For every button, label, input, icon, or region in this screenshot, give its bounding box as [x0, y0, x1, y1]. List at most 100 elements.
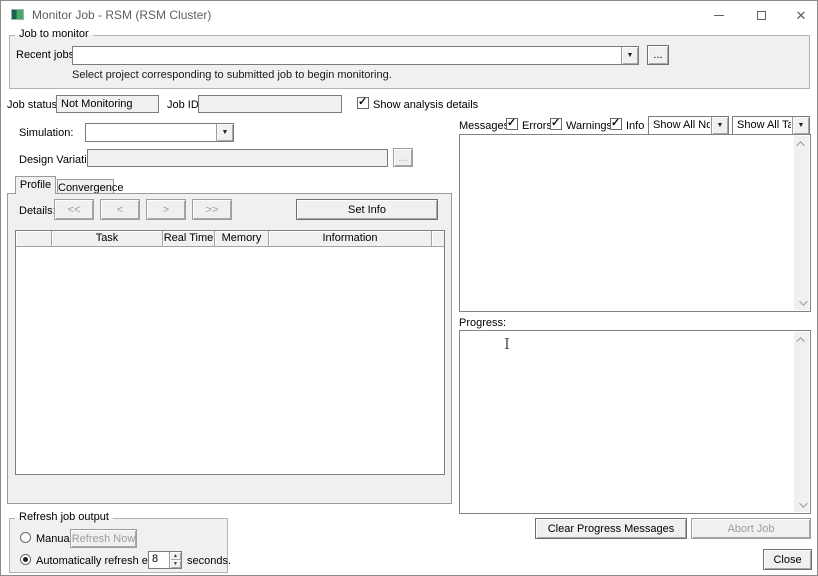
recent-jobs-combobox[interactable]: ▼: [72, 46, 639, 65]
column-header-blank[interactable]: [16, 231, 52, 247]
automatically-radio[interactable]: [20, 554, 31, 565]
scroll-down-icon: [799, 499, 807, 507]
show-analysis-details-label: Show analysis details: [373, 99, 478, 111]
info-checkbox[interactable]: ✓: [610, 118, 622, 130]
spin-down-button[interactable]: ▼: [170, 560, 181, 568]
check-icon: ✓: [611, 116, 620, 129]
close-button[interactable]: Close: [763, 549, 812, 570]
column-header-spacer[interactable]: [432, 231, 444, 247]
minimize-button[interactable]: [699, 1, 739, 29]
title-bar: Monitor Job - RSM (RSM Cluster) ✕: [1, 1, 817, 29]
progress-textarea[interactable]: I: [459, 330, 811, 514]
refresh-now-label: Refresh Now: [72, 533, 136, 545]
abort-job-label: Abort Job: [727, 523, 774, 535]
close-label: Close: [773, 554, 801, 566]
details-previous-button[interactable]: <: [100, 199, 140, 220]
errors-checkbox[interactable]: ✓: [506, 118, 518, 130]
clear-progress-messages-button[interactable]: Clear Progress Messages: [535, 518, 687, 539]
job-to-monitor-group: Job to monitor Recent jobs: ▼ ... Select…: [9, 35, 810, 89]
task-table-body[interactable]: [16, 247, 444, 475]
messages-label: Messages:: [459, 120, 512, 132]
chevron-down-icon: ▼: [717, 122, 724, 129]
simulation-combobox[interactable]: ▼: [85, 123, 234, 142]
scroll-up-button[interactable]: [794, 136, 809, 151]
check-icon: ✓: [507, 116, 516, 129]
messages-scrollbar[interactable]: [794, 136, 809, 310]
tab-convergence[interactable]: Convergence: [57, 179, 114, 193]
spin-up-icon: ▲: [173, 553, 178, 559]
scroll-down-button[interactable]: [794, 295, 809, 310]
column-header-information[interactable]: Information: [269, 231, 432, 247]
scroll-up-icon: [796, 141, 804, 149]
chevron-down-icon: ▼: [798, 122, 805, 129]
job-id-field: [198, 95, 342, 113]
chevron-down-icon: ▼: [627, 52, 634, 59]
info-label: Info: [626, 120, 644, 132]
show-all-nodes-dropdown[interactable]: Show All Nodes ▼: [648, 116, 729, 135]
scroll-down-icon: [799, 297, 807, 305]
scroll-up-icon: [796, 337, 804, 345]
refresh-now-button[interactable]: Refresh Now: [70, 529, 137, 548]
job-to-monitor-legend: Job to monitor: [15, 28, 93, 40]
tasks-dropdown-button[interactable]: ▼: [792, 117, 809, 134]
close-window-button[interactable]: ✕: [781, 1, 818, 29]
job-status-label: Job status:: [7, 99, 60, 111]
column-header-real-time[interactable]: Real Time: [163, 231, 215, 247]
errors-label: Errors: [522, 120, 552, 132]
tab-profile[interactable]: Profile: [15, 176, 56, 194]
set-info-button[interactable]: Set Info: [296, 199, 438, 220]
warnings-checkbox[interactable]: ✓: [550, 118, 562, 130]
details-last-button[interactable]: >>: [192, 199, 232, 220]
details-first-button[interactable]: <<: [54, 199, 94, 220]
details-label: Details:: [19, 205, 56, 217]
close-icon: ✕: [796, 9, 807, 22]
job-status-value: Not Monitoring: [61, 98, 133, 110]
scroll-up-button[interactable]: [794, 332, 809, 347]
simulation-label: Simulation:: [19, 127, 73, 139]
task-table-header: Task Real Time Memory Information: [16, 231, 444, 247]
refresh-legend: Refresh job output: [15, 511, 113, 523]
radio-dot-icon: [23, 557, 28, 562]
nodes-dropdown-button[interactable]: ▼: [711, 117, 728, 134]
recent-jobs-label: Recent jobs:: [16, 49, 77, 61]
spin-up-button[interactable]: ▲: [170, 552, 181, 560]
show-analysis-details-checkbox[interactable]: ✓: [357, 97, 369, 109]
ellipsis-icon: ...: [398, 152, 407, 164]
previous-icon: <: [117, 204, 123, 216]
messages-textarea[interactable]: [459, 134, 811, 312]
monitor-job-dialog: Monitor Job - RSM (RSM Cluster) ✕ Job to…: [0, 0, 818, 576]
seconds-label: seconds.: [187, 555, 231, 567]
next-icon: >: [163, 204, 169, 216]
maximize-icon: [757, 11, 766, 20]
design-variation-browse-button[interactable]: ...: [393, 148, 413, 167]
chevron-down-icon: ▼: [222, 129, 229, 136]
recent-jobs-dropdown-button[interactable]: ▼: [621, 47, 638, 64]
simulation-dropdown-button[interactable]: ▼: [216, 124, 233, 141]
details-next-button[interactable]: >: [146, 199, 186, 220]
first-icon: <<: [68, 204, 81, 216]
minimize-icon: [714, 15, 724, 16]
show-all-tasks-value: Show All Tasks: [737, 119, 791, 131]
recent-jobs-browse-button[interactable]: ...: [647, 45, 669, 65]
clear-progress-messages-label: Clear Progress Messages: [548, 523, 675, 535]
show-all-tasks-dropdown[interactable]: Show All Tasks ▼: [732, 116, 810, 135]
spin-down-icon: ▼: [173, 561, 178, 567]
maximize-button[interactable]: [741, 1, 781, 29]
tab-profile-label: Profile: [20, 179, 51, 191]
progress-scrollbar[interactable]: [794, 332, 809, 512]
abort-job-button[interactable]: Abort Job: [691, 518, 811, 539]
interval-value: 8: [152, 553, 158, 565]
design-variation-field: [87, 149, 388, 167]
show-all-nodes-value: Show All Nodes: [653, 119, 710, 131]
column-header-task[interactable]: Task: [52, 231, 163, 247]
manually-radio[interactable]: [20, 532, 31, 543]
column-header-memory[interactable]: Memory: [215, 231, 269, 247]
job-id-label: Job ID:: [167, 99, 202, 111]
recent-jobs-hint: Select project corresponding to submitte…: [72, 69, 392, 81]
task-table: Task Real Time Memory Information: [15, 230, 445, 475]
interval-spinner[interactable]: 8 ▲ ▼: [148, 551, 182, 569]
last-icon: >>: [206, 204, 219, 216]
scroll-down-button[interactable]: [794, 497, 809, 512]
ellipsis-icon: ...: [653, 49, 662, 61]
app-icon: [11, 9, 24, 20]
